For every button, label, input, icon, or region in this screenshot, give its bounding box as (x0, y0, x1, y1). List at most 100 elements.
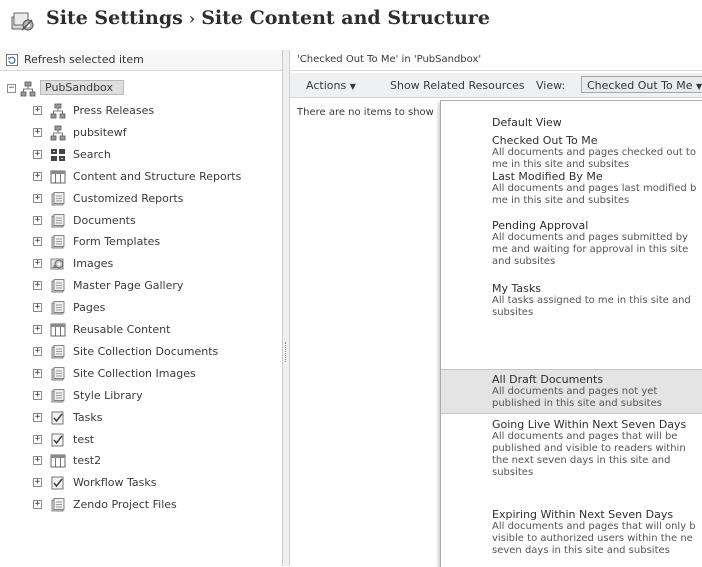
expand-toggle[interactable]: + (33, 193, 42, 203)
page-title: Site Settings › Site Content and Structure (46, 7, 490, 29)
tree-item-label: Tasks (73, 410, 103, 424)
tree-item[interactable]: + Form Templates (0, 232, 282, 252)
expand-toggle[interactable]: + (33, 106, 42, 115)
tree-item-label: Documents (73, 213, 136, 227)
empty-list-message: There are no items to show (297, 107, 434, 118)
tree-item[interactable]: + Reusable Content (0, 320, 282, 340)
tree-root-node[interactable]: − PubSandbox (0, 79, 282, 99)
view-menu-item[interactable]: Default View (441, 111, 702, 133)
tree-item[interactable]: + Site Collection Documents (0, 342, 282, 362)
tree-item-label: test (73, 432, 95, 446)
tree-item-label: Zendo Project Files (73, 498, 177, 512)
actions-label: Actions (306, 79, 347, 92)
tree-item[interactable]: + Site Collection Images (0, 364, 282, 384)
refresh-selected-item-button[interactable]: Refresh selected item (0, 50, 282, 71)
expand-toggle[interactable]: + (33, 456, 42, 466)
tree-item-label: Master Page Gallery (73, 279, 184, 293)
tree-item[interactable]: + test2 (0, 451, 282, 471)
collapse-toggle[interactable]: − (7, 84, 16, 93)
expand-toggle[interactable]: + (33, 303, 42, 313)
tree-item[interactable]: + Zendo Project Files (0, 495, 282, 515)
expand-toggle[interactable]: + (33, 281, 42, 291)
library-icon (51, 213, 65, 227)
title-bar: Site Settings › Site Content and Structure (0, 0, 702, 44)
view-menu-item-description: visible to authorized users within the n… (492, 533, 693, 544)
expand-toggle[interactable]: + (33, 325, 42, 334)
expand-toggle[interactable]: + (33, 412, 42, 422)
expand-toggle[interactable]: + (33, 149, 42, 159)
expand-toggle[interactable]: + (33, 390, 42, 400)
view-menu-item-description: seven days in this site and subsites (492, 545, 670, 556)
view-select-text: Checked Out To Me (587, 79, 693, 92)
view-select[interactable]: Checked Out To Me ▼ (581, 76, 702, 93)
show-related-resources-button[interactable]: Show Related Resources (390, 79, 525, 92)
library-icon (51, 498, 65, 512)
view-select-value: Checked Out To Me ▼ (587, 79, 702, 92)
tree-item[interactable]: + Documents (0, 211, 282, 231)
expand-toggle[interactable]: + (33, 259, 42, 269)
view-menu-item-description: All tasks assigned to me in this site an… (492, 295, 691, 306)
site-icon (20, 81, 36, 97)
tree-item[interactable]: + Workflow Tasks (0, 473, 282, 493)
tree-item[interactable]: + test (0, 430, 282, 450)
expand-toggle[interactable]: + (33, 500, 42, 510)
view-menu-item-title: Checked Out To Me (492, 134, 598, 147)
view-menu-item-description: the next seven days in this site and (492, 455, 671, 466)
expand-toggle[interactable]: + (33, 478, 42, 488)
expand-toggle[interactable]: + (33, 237, 42, 247)
tree-item-label: Form Templates (73, 235, 161, 249)
subsite-icon (50, 125, 66, 141)
view-menu-item-description: All documents and pages not yet (492, 386, 658, 397)
tree-item[interactable]: + Content and Structure Reports (0, 167, 282, 187)
subsite-icon (50, 103, 66, 119)
breadcrumb-site-settings[interactable]: Site Settings (46, 7, 183, 29)
view-menu-item-description: me in this site and subsites (492, 195, 630, 206)
tree-item-label: Site Collection Images (73, 366, 196, 380)
view-menu-item[interactable]: Last Modified By Me All documents and pag… (441, 170, 702, 210)
actions-menu-button[interactable]: Actions ▼ (306, 79, 356, 92)
expand-toggle[interactable]: + (33, 368, 42, 378)
view-menu-item[interactable]: Expiring Within Next Seven Days All docum… (441, 508, 702, 567)
view-menu-item[interactable]: Going Live Within Next Seven Days All doc… (441, 418, 702, 498)
tree-item-label: Pages (73, 301, 106, 315)
tree-item[interactable]: + Master Page Gallery (0, 276, 282, 296)
view-menu-item-description: subsites (492, 307, 534, 318)
expand-toggle[interactable]: + (33, 127, 42, 137)
view-menu-item-description: All documents and pages submitted by (492, 232, 688, 243)
expand-toggle[interactable]: + (33, 346, 42, 356)
search-site-icon (51, 148, 65, 161)
view-menu-item-description: All documents and pages that will only b (492, 521, 696, 532)
list-icon (50, 323, 66, 337)
view-menu-item[interactable]: Checked Out To Me All documents and pages… (441, 134, 702, 170)
view-caption-bar: 'Checked Out To Me' in 'PubSandbox' (290, 50, 702, 71)
view-menu-item-title: Default View (492, 116, 562, 129)
tasks-icon (51, 433, 64, 446)
expand-toggle[interactable]: + (33, 171, 42, 181)
expand-toggle[interactable]: + (33, 215, 42, 225)
tree-item[interactable]: + Search (0, 145, 282, 165)
tree-item[interactable]: + Customized Reports (0, 189, 282, 209)
tree-item[interactable]: + pubsitewf (0, 123, 282, 143)
view-menu-item-description: subsites (492, 467, 534, 478)
view-menu-item[interactable]: My Tasks All tasks assigned to me in this… (441, 282, 702, 324)
splitter-grip[interactable] (285, 342, 288, 362)
tree-item-label: Search (73, 147, 111, 161)
tree-item[interactable]: + Press Releases (0, 101, 282, 121)
site-settings-icon (11, 12, 34, 31)
tree-item[interactable]: + Images (0, 254, 282, 274)
tree-item[interactable]: + Pages (0, 298, 282, 318)
view-menu-item[interactable]: Pending Approval All documents and pages … (441, 219, 702, 274)
tree-item[interactable]: + Tasks (0, 408, 282, 428)
view-menu-item-title: My Tasks (492, 282, 541, 295)
refresh-icon (6, 54, 18, 66)
view-menu-item[interactable]: All Draft Documents All documents and pag… (441, 369, 702, 414)
pane-splitter[interactable] (283, 50, 290, 566)
library-icon (51, 235, 65, 249)
view-label: View: (536, 79, 566, 92)
image-library-icon (50, 258, 64, 270)
expand-toggle[interactable]: + (33, 434, 42, 444)
tree-item[interactable]: + Style Library (0, 386, 282, 406)
tree-item-label: Press Releases (73, 104, 155, 117)
tree-item-label: Workflow Tasks (73, 476, 157, 490)
view-menu-item-description: published in this site and subsites (492, 398, 662, 409)
